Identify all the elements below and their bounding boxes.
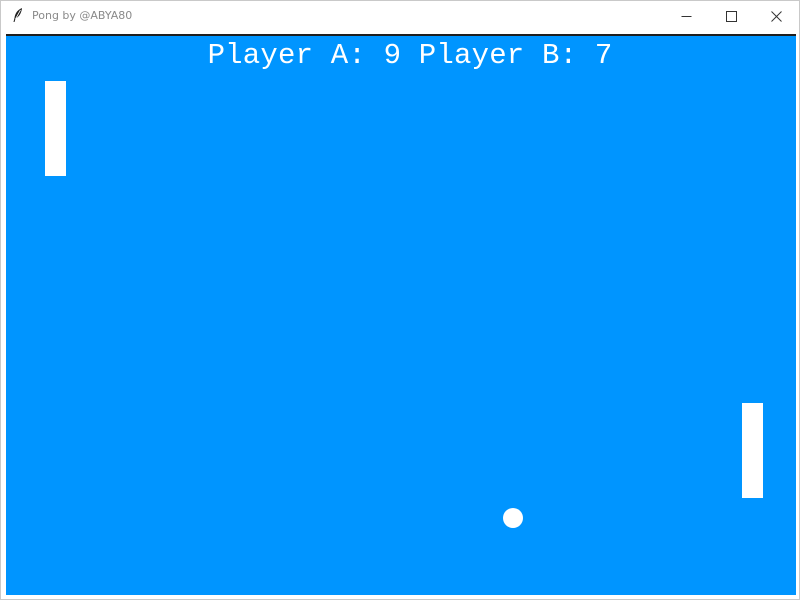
minimize-button[interactable] (664, 1, 709, 31)
close-icon (771, 10, 782, 22)
close-button[interactable] (754, 1, 799, 31)
paddle-player-a (45, 81, 66, 176)
window-title: Pong by @ABYA80 (32, 9, 133, 22)
paddle-player-b (742, 403, 763, 498)
title-bar[interactable]: Pong by @ABYA80 (1, 1, 799, 31)
ball (503, 508, 523, 528)
scoreboard: Player A: 9 Player B: 7 (207, 39, 613, 72)
app-window: Pong by @ABYA80 Player A: 9 Player B: 7 (0, 0, 800, 600)
maximize-button[interactable] (709, 1, 754, 31)
minimize-icon (681, 11, 692, 22)
game-canvas[interactable]: Player A: 9 Player B: 7 (6, 34, 796, 595)
feather-icon (11, 7, 25, 23)
maximize-icon (726, 10, 737, 22)
